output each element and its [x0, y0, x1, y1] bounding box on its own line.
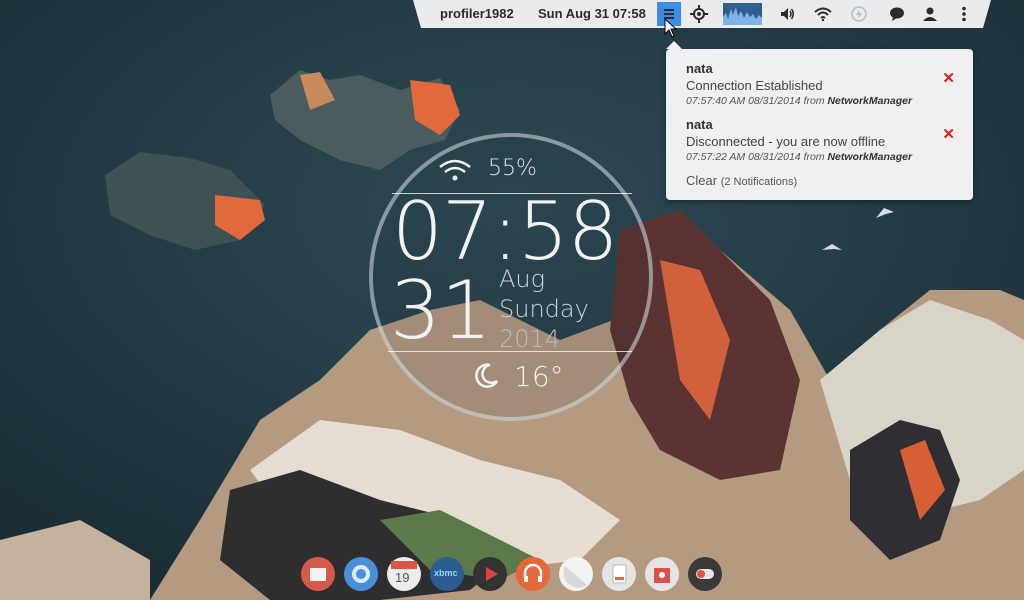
notification-source: NetworkManager [827, 151, 913, 163]
system-monitor-graph[interactable] [723, 3, 762, 25]
notification-source: NetworkManager [827, 95, 913, 107]
notification-count: (2 Notifications) [720, 176, 798, 188]
notification-sender: nata [686, 61, 713, 76]
play-icon [486, 567, 498, 581]
notification-from: from [803, 151, 825, 163]
xbmc-icon: xbmc [434, 568, 458, 578]
location-icon [690, 5, 708, 23]
clock-label[interactable]: Sun Aug 31 07:58 [538, 6, 646, 21]
wifi-signal-icon [439, 159, 471, 181]
toggle-switch-icon [696, 569, 714, 579]
calendar-day-label: 19 [395, 570, 410, 585]
clear-notifications-button[interactable]: Clear (2 Notifications) [686, 173, 797, 188]
files-launcher[interactable] [301, 557, 335, 591]
chromium-icon [352, 565, 370, 583]
more-icon [961, 6, 967, 22]
notification-time: 07:57:22 AM 08/31/2014 [686, 151, 801, 163]
mouse-cursor-icon [664, 18, 678, 38]
notification-sender: nata [686, 117, 713, 132]
notification-meta: 07:57:40 AM 08/31/2014 from NetworkManag… [686, 95, 961, 107]
location-button[interactable] [687, 2, 711, 26]
user-menu-button[interactable] [918, 2, 942, 26]
headphones-icon [523, 563, 543, 582]
notification-message: Disconnected - you are now offline [686, 134, 886, 149]
shape-launcher[interactable] [559, 557, 593, 591]
close-icon[interactable]: ✕ [942, 125, 955, 143]
notification-meta: 07:57:22 AM 08/31/2014 from NetworkManag… [686, 151, 961, 163]
username-label[interactable]: profiler1982 [440, 6, 514, 21]
browser-launcher[interactable] [344, 557, 378, 591]
more-button[interactable] [952, 2, 976, 26]
folder-icon [310, 568, 326, 581]
close-icon[interactable]: ✕ [942, 69, 955, 87]
user-icon [922, 6, 938, 22]
clock-year: 2014 [499, 325, 561, 353]
notification-message: Connection Established [686, 78, 823, 93]
moon-icon [475, 363, 499, 388]
volume-button[interactable] [775, 2, 799, 26]
clock-time: 07:58 [392, 188, 619, 276]
notification-from: from [803, 95, 825, 107]
volume-icon [779, 6, 795, 22]
calendar-launcher[interactable]: 19 [387, 557, 421, 591]
half-circle-icon [563, 566, 587, 588]
notification-item[interactable]: nata Connection Established 07:57:40 AM … [686, 61, 961, 107]
chat-button[interactable] [885, 2, 909, 26]
notification-popup: nata Connection Established 07:57:40 AM … [666, 41, 973, 200]
wifi-button[interactable] [811, 2, 835, 26]
clock-day: 31 [390, 264, 492, 357]
temperature-label: 16° [514, 360, 564, 393]
top-panel: profiler1982 Sun Aug 31 07:58 [413, 0, 991, 28]
notification-time: 07:57:40 AM 08/31/2014 [686, 95, 801, 107]
notification-item[interactable]: nata Disconnected - you are now offline … [686, 117, 961, 163]
clock-divider [388, 351, 632, 352]
document-icon [612, 564, 627, 584]
toggle-launcher[interactable] [688, 557, 722, 591]
clock-month: Aug [499, 265, 546, 293]
power-button[interactable] [847, 2, 871, 26]
shopping-bag-icon [654, 568, 670, 583]
video-launcher[interactable] [473, 557, 507, 591]
power-icon [851, 6, 867, 22]
document-launcher[interactable] [602, 557, 636, 591]
software-center-launcher[interactable] [645, 557, 679, 591]
music-launcher[interactable] [516, 557, 550, 591]
cpu-graph-icon [723, 3, 762, 25]
chat-icon [889, 6, 905, 22]
clear-label: Clear [686, 173, 718, 188]
wifi-icon [814, 6, 832, 22]
wifi-strength-label: 55% [488, 156, 537, 181]
xbmc-launcher[interactable]: xbmc [430, 557, 464, 591]
clock-weekday: Sunday [499, 295, 589, 323]
